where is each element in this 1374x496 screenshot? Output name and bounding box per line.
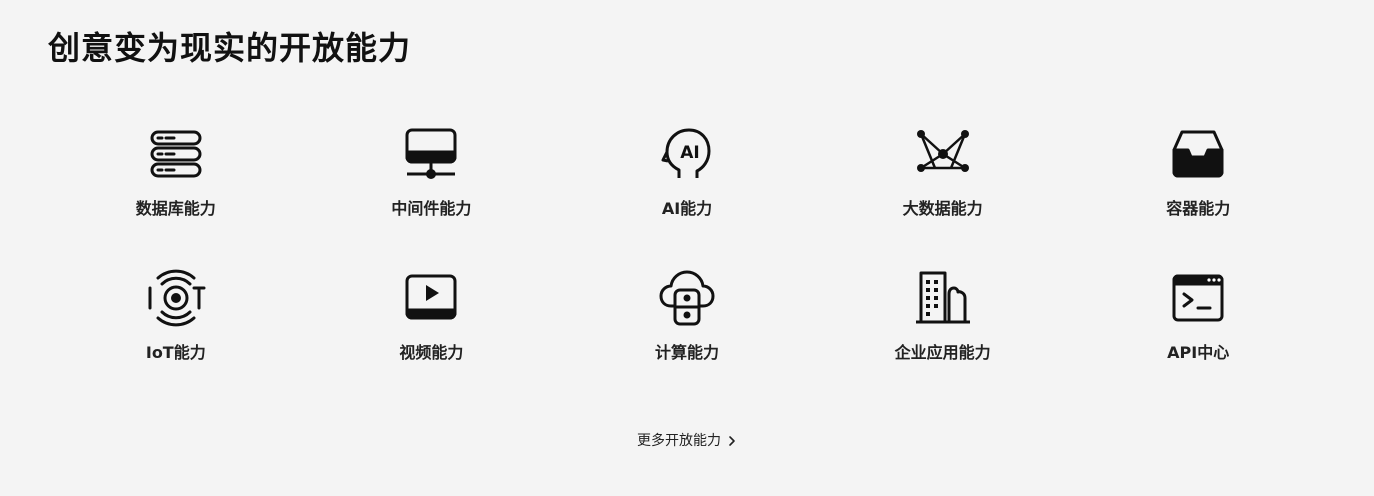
container-tray-icon bbox=[1168, 124, 1228, 184]
capability-iot[interactable]: IoT能力 bbox=[48, 254, 304, 398]
capability-enterprise[interactable]: 企业应用能力 bbox=[815, 254, 1071, 398]
capability-label: 大数据能力 bbox=[902, 199, 983, 218]
capability-bigdata[interactable]: 大数据能力 bbox=[815, 110, 1071, 254]
cloud-compute-icon bbox=[657, 268, 717, 328]
enterprise-building-icon bbox=[913, 268, 973, 328]
capability-label: AI能力 bbox=[661, 199, 713, 218]
capability-database[interactable]: 数据库能力 bbox=[48, 110, 304, 254]
ai-head-icon: AI bbox=[657, 124, 717, 184]
page-title: 创意变为现实的开放能力 bbox=[48, 29, 412, 67]
chevron-right-icon bbox=[729, 436, 735, 446]
database-icon bbox=[146, 124, 206, 184]
more-capabilities-link[interactable]: 更多开放能力 bbox=[637, 431, 737, 451]
capability-grid: 数据库能力 中间件能力 AI AI能力 大数据能力 容器能力 IoT能力 视频能… bbox=[48, 110, 1326, 398]
capability-label: 数据库能力 bbox=[135, 199, 216, 218]
video-play-icon bbox=[401, 268, 461, 328]
capability-middleware[interactable]: 中间件能力 bbox=[304, 110, 560, 254]
capability-label: 计算能力 bbox=[654, 343, 719, 362]
capability-label: 视频能力 bbox=[399, 343, 464, 362]
capability-label: 容器能力 bbox=[1166, 199, 1231, 218]
more-capabilities-label: 更多开放能力 bbox=[637, 433, 721, 449]
capability-label: IoT能力 bbox=[145, 343, 206, 362]
capability-video[interactable]: 视频能力 bbox=[304, 254, 560, 398]
more-capabilities: 更多开放能力 bbox=[0, 431, 1374, 451]
bigdata-network-icon bbox=[913, 124, 973, 184]
capability-container[interactable]: 容器能力 bbox=[1070, 110, 1326, 254]
api-terminal-icon bbox=[1168, 268, 1228, 328]
capability-label: API中心 bbox=[1167, 343, 1230, 362]
capability-api[interactable]: API中心 bbox=[1070, 254, 1326, 398]
middleware-icon bbox=[401, 124, 461, 184]
capability-label: 中间件能力 bbox=[391, 199, 472, 218]
svg-text:AI: AI bbox=[680, 143, 699, 163]
capability-ai[interactable]: AI AI能力 bbox=[559, 110, 815, 254]
iot-signal-icon bbox=[146, 268, 206, 328]
capability-label: 企业应用能力 bbox=[894, 343, 991, 362]
capability-compute[interactable]: 计算能力 bbox=[559, 254, 815, 398]
